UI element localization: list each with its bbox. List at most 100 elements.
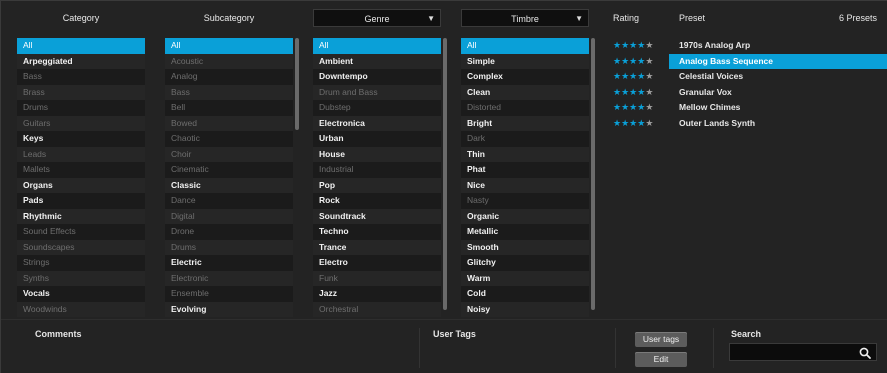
genre-item[interactable]: Drum and Bass <box>313 84 441 100</box>
timbre-scrollbar[interactable] <box>591 38 595 310</box>
star-icon[interactable]: ★ <box>645 56 653 66</box>
genre-item[interactable]: Dubstep <box>313 100 441 116</box>
genre-item[interactable]: Orchestral <box>313 301 441 317</box>
subcategory-item[interactable]: Evolving <box>165 301 293 317</box>
star-rating[interactable]: ★★★★★ <box>613 100 667 116</box>
genre-item[interactable]: House <box>313 146 441 162</box>
genre-item[interactable]: Downtempo <box>313 69 441 85</box>
timbre-item[interactable]: Cold <box>461 286 589 302</box>
preset-row[interactable]: ★★★★★ 1970s Analog Arp <box>607 38 887 54</box>
category-item[interactable]: Sound Effects <box>17 224 145 240</box>
subcategory-scrollbar[interactable] <box>295 38 299 130</box>
star-icon[interactable]: ★ <box>645 71 653 81</box>
subcategory-item[interactable]: Ensemble <box>165 286 293 302</box>
genre-item[interactable]: Techno <box>313 224 441 240</box>
subcategory-item[interactable]: All <box>165 38 293 54</box>
star-icon[interactable]: ★ <box>613 118 621 128</box>
category-item[interactable]: Rhythmic <box>17 208 145 224</box>
subcategory-item[interactable]: Acoustic <box>165 53 293 69</box>
timbre-item[interactable]: All <box>461 38 589 54</box>
category-item[interactable]: Bass <box>17 69 145 85</box>
category-item[interactable]: Drums <box>17 100 145 116</box>
genre-item[interactable]: Soundtrack <box>313 208 441 224</box>
category-item[interactable]: Brass <box>17 84 145 100</box>
star-rating[interactable]: ★★★★★ <box>613 116 667 132</box>
genre-scrollbar[interactable] <box>443 38 447 310</box>
subcategory-item[interactable]: Digital <box>165 208 293 224</box>
category-item[interactable]: Keys <box>17 131 145 147</box>
genre-item[interactable]: Funk <box>313 270 441 286</box>
edit-button[interactable]: Edit <box>635 352 687 367</box>
star-icon[interactable]: ★ <box>621 40 629 50</box>
star-icon[interactable]: ★ <box>621 87 629 97</box>
genre-item[interactable]: Electronica <box>313 115 441 131</box>
timbre-item[interactable]: Glitchy <box>461 255 589 271</box>
star-icon[interactable]: ★ <box>645 118 653 128</box>
category-item[interactable]: Synths <box>17 270 145 286</box>
genre-item[interactable]: Trance <box>313 239 441 255</box>
timbre-item[interactable]: Phat <box>461 162 589 178</box>
search-icon[interactable] <box>858 346 872 360</box>
timbre-item[interactable]: Metallic <box>461 224 589 240</box>
category-item[interactable]: Soundscapes <box>17 239 145 255</box>
timbre-item[interactable]: Noisy <box>461 301 589 317</box>
preset-name[interactable]: Granular Vox <box>669 85 887 101</box>
preset-row[interactable]: ★★★★★ Analog Bass Sequence <box>607 53 887 70</box>
preset-row[interactable]: ★★★★★ Outer Lands Synth <box>607 116 887 132</box>
subcategory-item[interactable]: Drums <box>165 239 293 255</box>
timbre-item[interactable]: Simple <box>461 53 589 69</box>
star-icon[interactable]: ★ <box>621 118 629 128</box>
category-item[interactable]: All <box>17 38 145 54</box>
star-icon[interactable]: ★ <box>613 71 621 81</box>
genre-item[interactable]: Jazz <box>313 286 441 302</box>
preset-row[interactable]: ★★★★★ Celestial Voices <box>607 69 887 85</box>
subcategory-item[interactable]: Chaotic <box>165 131 293 147</box>
timbre-item[interactable]: Bright <box>461 115 589 131</box>
timbre-item[interactable]: Smooth <box>461 239 589 255</box>
timbre-item[interactable]: Nice <box>461 177 589 193</box>
genre-item[interactable]: Pop <box>313 177 441 193</box>
preset-name[interactable]: Outer Lands Synth <box>669 116 887 132</box>
genre-item[interactable]: Urban <box>313 131 441 147</box>
category-item[interactable]: Organs <box>17 177 145 193</box>
subcategory-item[interactable]: Electronic <box>165 270 293 286</box>
star-icon[interactable]: ★ <box>621 56 629 66</box>
category-item[interactable]: Strings <box>17 255 145 271</box>
preset-name[interactable]: Celestial Voices <box>669 69 887 85</box>
timbre-dropdown[interactable]: Timbre ▼ <box>461 9 589 27</box>
timbre-item[interactable]: Organic <box>461 208 589 224</box>
subcategory-item[interactable]: Choir <box>165 146 293 162</box>
timbre-item[interactable]: Thin <box>461 146 589 162</box>
subcategory-item[interactable]: Dance <box>165 193 293 209</box>
star-icon[interactable]: ★ <box>645 40 653 50</box>
search-input[interactable] <box>729 343 877 361</box>
preset-name[interactable]: Analog Bass Sequence <box>669 53 887 69</box>
subcategory-item[interactable]: Classic <box>165 177 293 193</box>
star-icon[interactable]: ★ <box>645 102 653 112</box>
star-rating[interactable]: ★★★★★ <box>613 85 667 101</box>
subcategory-item[interactable]: Drone <box>165 224 293 240</box>
genre-item[interactable]: Ambient <box>313 53 441 69</box>
user-tags-button[interactable]: User tags <box>635 332 687 347</box>
category-item[interactable]: Leads <box>17 146 145 162</box>
timbre-item[interactable]: Complex <box>461 69 589 85</box>
timbre-item[interactable]: Distorted <box>461 100 589 116</box>
timbre-item[interactable]: Nasty <box>461 193 589 209</box>
subcategory-item[interactable]: Bell <box>165 100 293 116</box>
subcategory-item[interactable]: Bowed <box>165 115 293 131</box>
category-item[interactable]: Guitars <box>17 115 145 131</box>
genre-item[interactable]: Electro <box>313 255 441 271</box>
category-item[interactable]: Arpeggiated <box>17 53 145 69</box>
genre-item[interactable]: Rock <box>313 193 441 209</box>
subcategory-item[interactable]: Cinematic <box>165 162 293 178</box>
genre-item[interactable]: All <box>313 38 441 54</box>
star-icon[interactable]: ★ <box>621 102 629 112</box>
preset-row[interactable]: ★★★★★ Mellow Chimes <box>607 100 887 116</box>
subcategory-item[interactable]: Electric <box>165 255 293 271</box>
timbre-item[interactable]: Warm <box>461 270 589 286</box>
star-rating[interactable]: ★★★★★ <box>613 54 667 70</box>
star-icon[interactable]: ★ <box>613 87 621 97</box>
star-rating[interactable]: ★★★★★ <box>613 38 667 54</box>
genre-item[interactable]: Industrial <box>313 162 441 178</box>
category-item[interactable]: Mallets <box>17 162 145 178</box>
